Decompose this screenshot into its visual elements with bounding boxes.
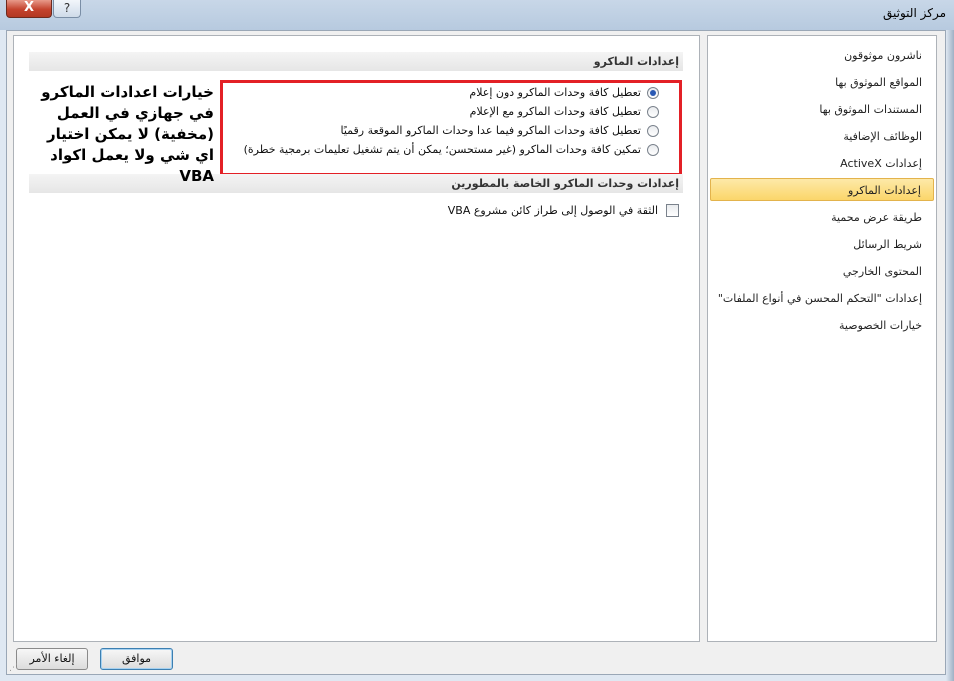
macro-option-label: تعطيل كافة وحدات الماكرو فيما عدا وحدات … (340, 124, 641, 137)
nav-item-protected-view[interactable]: طريقة عرض محمية (704, 206, 926, 229)
window-edge (946, 30, 954, 681)
radio-icon[interactable] (647, 124, 659, 137)
macro-option-disable-with-notify[interactable]: تعطيل كافة وحدات الماكرو مع الإعلام (470, 105, 659, 118)
window-title: مركز التوثيق (883, 6, 946, 20)
resize-grip-icon[interactable]: ⋰ (9, 663, 18, 673)
help-button[interactable]: ? (53, 0, 81, 18)
radio-icon[interactable] (647, 86, 659, 99)
dialog-body: إعدادات الماكرو تعطيل كافة وحدات الماكرو… (6, 30, 946, 675)
trust-vba-label: الثقة في الوصول إلى طراز كائن مشروع VBA (447, 204, 658, 217)
cancel-button[interactable]: إلغاء الأمر (16, 648, 88, 670)
nav-sidebar: ناشرون موثوقون المواقع الموثوق بها المست… (707, 35, 937, 642)
annotation-text: خيارات اعدادات الماكرو في جهازي في العمل… (41, 83, 214, 185)
nav-item-external-content[interactable]: المحتوى الخارجي (704, 260, 926, 283)
nav-item-message-bar[interactable]: شريط الرسائل (704, 233, 926, 256)
nav-item-privacy-options[interactable]: خيارات الخصوصية (704, 314, 926, 337)
nav-item-trusted-locations[interactable]: المواقع الموثوق بها (704, 71, 926, 94)
macro-option-enable-all[interactable]: تمكين كافة وحدات الماكرو (غير مستحسن؛ يم… (244, 143, 659, 156)
radio-icon[interactable] (647, 143, 659, 156)
nav-item-add-ins[interactable]: الوظائف الإضافية (704, 125, 926, 148)
macro-option-label: تعطيل كافة وحدات الماكرو دون إعلام (469, 86, 641, 99)
macro-option-label: تمكين كافة وحدات الماكرو (غير مستحسن؛ يم… (243, 143, 641, 156)
ok-button[interactable]: موافق (100, 648, 173, 670)
title-bar: X ? مركز التوثيق (0, 0, 954, 30)
nav-item-trusted-publishers[interactable]: ناشرون موثوقون (704, 44, 926, 67)
nav-item-file-block[interactable]: إعدادات "التحكم المحسن في أنواع الملفات" (704, 287, 926, 310)
macro-option-label: تعطيل كافة وحدات الماكرو مع الإعلام (469, 105, 641, 118)
trust-vba-access[interactable]: الثقة في الوصول إلى طراز كائن مشروع VBA (448, 204, 679, 217)
radio-icon[interactable] (647, 105, 659, 118)
close-button[interactable]: X (6, 0, 52, 18)
nav-item-trusted-documents[interactable]: المستندات الموثوق بها (704, 98, 926, 121)
settings-panel: إعدادات الماكرو تعطيل كافة وحدات الماكرو… (13, 35, 700, 642)
macro-option-disable-no-notify[interactable]: تعطيل كافة وحدات الماكرو دون إعلام (469, 86, 659, 99)
macro-settings-heading: إعدادات الماكرو (29, 52, 683, 71)
checkbox-icon[interactable] (666, 204, 679, 217)
macro-option-disable-except-signed[interactable]: تعطيل كافة وحدات الماكرو فيما عدا وحدات … (340, 124, 659, 137)
nav-item-activex[interactable]: إعدادات ActiveX (704, 152, 926, 175)
nav-item-macro-settings[interactable]: إعدادات الماكرو (710, 178, 934, 201)
